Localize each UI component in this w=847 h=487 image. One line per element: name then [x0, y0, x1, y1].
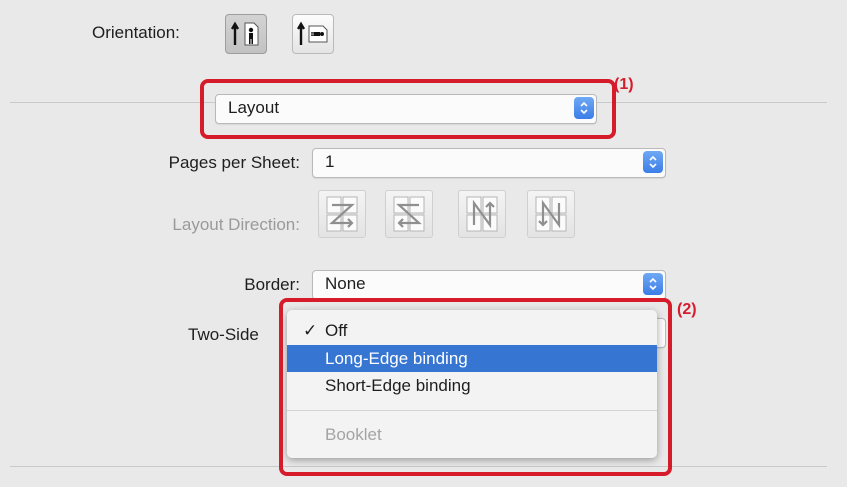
pages-per-sheet-label: Pages per Sheet:: [168, 153, 300, 172]
landscape-person-icon: [297, 21, 328, 45]
layout-direction-label: Layout Direction:: [172, 215, 300, 234]
reverse-n-order-icon: [535, 196, 567, 232]
two-sided-label: Two-Side: [188, 325, 259, 344]
border-value: None: [325, 274, 366, 293]
n-order-icon: [466, 196, 498, 232]
portrait-person-icon: [231, 21, 259, 46]
callout-label-2: (2): [677, 301, 697, 318]
layout-direction-reverse-n-button[interactable]: [527, 190, 575, 238]
callout-box-1: [200, 79, 616, 139]
callout-box-2: [279, 298, 672, 476]
z-order-icon: [326, 196, 358, 232]
pages-per-sheet-value: 1: [325, 152, 335, 171]
layout-direction-n-button[interactable]: [458, 190, 506, 238]
pages-per-sheet-popup[interactable]: 1: [312, 148, 666, 178]
popup-stepper-icon: [643, 273, 663, 295]
popup-stepper-icon: [643, 151, 663, 173]
border-popup[interactable]: None: [312, 270, 666, 300]
border-label: Border:: [244, 275, 300, 294]
orientation-landscape-button[interactable]: [292, 14, 334, 54]
callout-label-1: (1): [614, 76, 634, 93]
reverse-z-order-icon: [393, 196, 425, 232]
orientation-portrait-button[interactable]: [225, 14, 267, 54]
layout-direction-reverse-z-button[interactable]: [385, 190, 433, 238]
orientation-label: Orientation:: [92, 23, 180, 42]
layout-direction-z-button[interactable]: [318, 190, 366, 238]
